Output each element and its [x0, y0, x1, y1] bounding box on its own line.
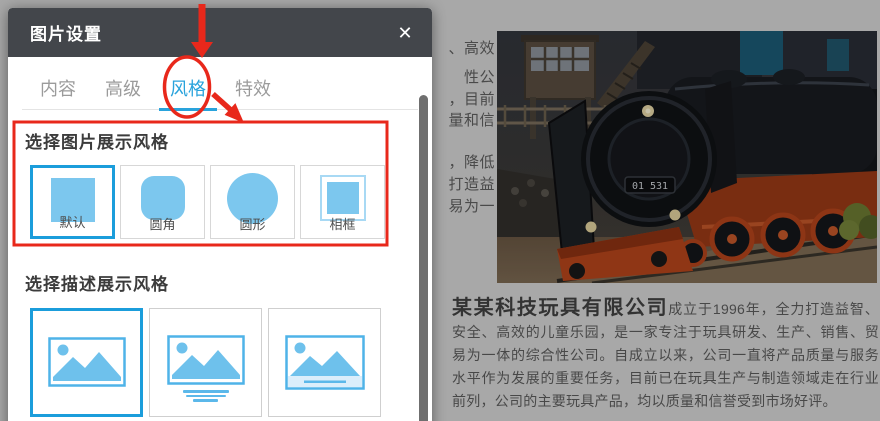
train-photo: 01 531 [497, 31, 877, 283]
style-option-default[interactable]: 默认 [30, 165, 115, 239]
clipped-text-line: ，目前 [448, 88, 495, 109]
clipped-text-line: 量和信 [448, 109, 495, 130]
clipped-text-line: 性公 [464, 66, 495, 87]
dialog-scrollbar-thumb[interactable] [419, 95, 428, 421]
clipped-text-line: 、高效 [448, 37, 495, 58]
tab-advanced[interactable]: 高级 [94, 75, 152, 111]
style-option-frame[interactable]: 相框 [300, 165, 385, 239]
image-style-section-title: 选择图片展示风格 [25, 128, 432, 153]
company-paragraph: 某某科技玩具有限公司成立于1996年，全力打造益智、安全、高效的儿童乐园，是一家… [452, 297, 879, 413]
style-option-rounded[interactable]: 圆角 [120, 165, 205, 239]
dialog-title: 图片设置 [8, 20, 102, 45]
caption-lines-icon [183, 390, 229, 402]
image-style-options: 默认 圆角 圆形 相框 [30, 165, 432, 239]
style-option-label: 相框 [301, 214, 384, 233]
tab-effects[interactable]: 特效 [224, 75, 282, 111]
close-icon[interactable]: ✕ [392, 20, 418, 46]
company-name: 某某科技玩具有限公司 [452, 297, 668, 319]
desc-style-section-title: 选择描述展示风格 [25, 270, 432, 295]
clipped-text-line: ，降低 [448, 151, 495, 172]
tab-content[interactable]: 内容 [29, 75, 87, 111]
dialog-header: 图片设置 [8, 8, 432, 57]
desc-option-image-only[interactable] [30, 308, 143, 417]
desc-style-options [30, 308, 432, 417]
style-option-circle[interactable]: 圆形 [210, 165, 295, 239]
picture-icon [167, 335, 245, 385]
image-settings-dialog: 图片设置 ✕ 内容 高级 风格 特效 选择图片展示风格 默认 圆角 圆形 相框 … [8, 8, 432, 421]
clipped-text-line: 易为一 [448, 195, 495, 216]
dialog-tabs: 内容 高级 风格 特效 [22, 57, 418, 110]
tab-style[interactable]: 风格 [159, 75, 217, 111]
desc-option-text-overlay[interactable] [268, 308, 381, 417]
picture-icon [48, 337, 126, 387]
desc-option-text-below[interactable] [149, 308, 262, 417]
style-option-label: 圆角 [121, 214, 204, 233]
style-option-label: 默认 [33, 212, 112, 231]
clipped-text-line: 打造益 [448, 173, 495, 194]
picture-with-caption-icon [285, 335, 365, 390]
style-option-label: 圆形 [211, 214, 294, 233]
